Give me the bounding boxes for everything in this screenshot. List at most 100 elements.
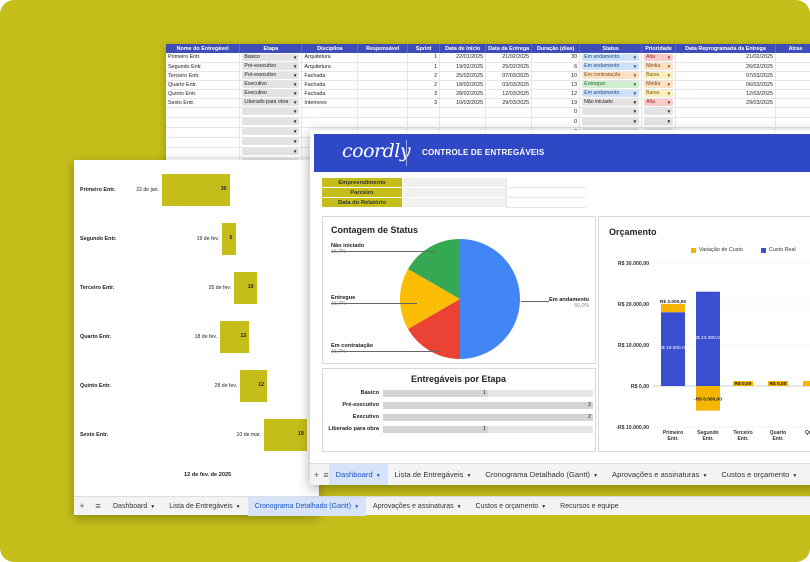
tab-menu-arrow-icon[interactable]: ▼ — [354, 504, 359, 510]
start-date-cell[interactable]: 28/02/2025 — [439, 89, 487, 99]
sheet-tab[interactable]: Dashboard ▼ — [106, 497, 162, 516]
gantt-bar[interactable]: 12 — [240, 370, 267, 402]
duration-cell[interactable]: 12 — [531, 89, 581, 99]
priority-cell[interactable]: Média ▼ — [641, 80, 677, 90]
priority-cell[interactable]: Baixa ▼ — [641, 89, 677, 99]
tab-menu-arrow-icon[interactable]: ▼ — [457, 504, 462, 510]
priority-dropdown[interactable]: Média ▼ — [644, 81, 674, 88]
sheet-tab[interactable]: Lista de Entregáveis ▼ — [388, 464, 479, 486]
etapa-dropdown[interactable]: Pré-executivo ▼ — [242, 63, 300, 70]
empty-cell[interactable]: ▼ — [239, 147, 303, 158]
duration-cell[interactable]: 30 — [531, 53, 581, 63]
priority-dropdown[interactable]: Alta ▼ — [644, 53, 674, 61]
empty-cell[interactable] — [485, 107, 533, 118]
delay-cell[interactable] — [775, 62, 810, 72]
status-cell[interactable]: Em andamento ▼ — [579, 89, 643, 99]
delivery-date-cell[interactable]: 29/03/2025 — [485, 98, 533, 108]
status-dropdown[interactable]: Em andamento ▼ — [582, 63, 640, 70]
discipline-cell[interactable]: Interiores — [301, 98, 359, 108]
status-dropdown[interactable]: Em contratação ▼ — [582, 72, 640, 79]
duration-cell[interactable]: 19 — [531, 98, 581, 108]
empty-cell[interactable] — [439, 117, 487, 128]
column-header[interactable]: Prioridade — [641, 44, 677, 53]
info-value-cell[interactable] — [402, 198, 506, 208]
duration-cell[interactable]: 10 — [531, 71, 581, 81]
start-date-cell[interactable]: 18/02/2025 — [439, 80, 487, 90]
start-date-cell[interactable]: 25/02/2025 — [439, 71, 487, 81]
tab-menu-arrow-icon[interactable]: ▼ — [466, 473, 471, 479]
column-header[interactable]: Data da Entrega — [485, 44, 533, 53]
empty-cell[interactable] — [485, 117, 533, 128]
delivery-date-cell[interactable]: 07/03/2025 — [485, 71, 533, 81]
empty-cell[interactable] — [439, 107, 487, 118]
tab-menu-arrow-icon[interactable]: ▼ — [792, 473, 797, 479]
status-cell[interactable]: Não iniciado ▼ — [579, 98, 643, 108]
priority-dropdown[interactable]: Alta ▼ — [644, 99, 674, 106]
empty-cell[interactable] — [357, 107, 409, 118]
empty-dropdown[interactable]: ▼ — [242, 107, 300, 115]
column-header[interactable]: Status — [579, 44, 643, 53]
deliverable-name-cell[interactable]: Sexto Entr. — [166, 98, 241, 108]
status-cell[interactable]: Em andamento ▼ — [579, 62, 643, 72]
start-date-cell[interactable]: 22/01/2025 — [439, 53, 487, 63]
empty-dropdown[interactable]: ▼ — [644, 107, 674, 115]
empty-cell[interactable] — [301, 107, 359, 118]
empty-cell[interactable]: ▼ — [641, 107, 677, 118]
delivery-date-cell[interactable]: 25/02/2025 — [485, 62, 533, 72]
status-cell[interactable]: Entregue ▼ — [579, 80, 643, 90]
column-header[interactable]: Data de Início — [439, 44, 487, 53]
start-date-cell[interactable]: 10/03/2025 — [439, 98, 487, 108]
column-header[interactable]: Atras — [775, 44, 810, 53]
etapa-dropdown[interactable]: Executivo ▼ — [242, 90, 300, 97]
empty-cell[interactable]: ▼ — [579, 107, 643, 118]
etapa-bar[interactable] — [383, 426, 488, 433]
etapa-dropdown[interactable]: Executivo ▼ — [242, 81, 300, 88]
empty-dropdown[interactable]: ▼ — [242, 127, 300, 135]
priority-cell[interactable]: Média ▼ — [641, 62, 677, 72]
status-chart-panel[interactable]: Contagem de Status Em andamento 50,0% Em c… — [322, 216, 596, 364]
empty-cell[interactable] — [166, 147, 241, 158]
sheet-tab[interactable]: Aprovações e assinaturas ▼ — [605, 464, 714, 486]
column-header[interactable]: Duração (dias) — [531, 44, 581, 53]
responsible-cell[interactable] — [357, 80, 409, 90]
reprogrammed-date-cell[interactable]: 29/03/2025 — [675, 98, 776, 108]
empty-cell[interactable] — [407, 107, 441, 118]
empty-cell[interactable] — [775, 107, 810, 118]
empty-cell[interactable] — [166, 107, 241, 118]
info-value-cell[interactable] — [402, 188, 506, 198]
empty-cell[interactable]: ▼ — [239, 107, 303, 118]
priority-cell[interactable]: Alta ▼ — [641, 53, 677, 63]
duration-cell[interactable]: 13 — [531, 80, 581, 90]
deliverable-name-cell[interactable]: Quarto Entr. — [166, 80, 241, 90]
sprint-cell[interactable]: 2 — [407, 80, 441, 90]
info-extra-cell[interactable] — [506, 198, 586, 208]
empty-cell[interactable]: ▼ — [239, 137, 303, 148]
discipline-cell[interactable]: Arquitetura — [301, 62, 359, 72]
tab-menu-arrow-icon[interactable]: ▼ — [541, 504, 546, 510]
sheet-tab[interactable]: Lista de Entregáveis ▼ — [162, 497, 247, 516]
empty-cell[interactable] — [675, 107, 776, 118]
empty-cell[interactable] — [166, 127, 241, 138]
reprogrammed-date-cell[interactable]: 07/03/2025 — [675, 71, 776, 81]
info-value-cell[interactable] — [402, 178, 506, 188]
empty-dropdown[interactable]: ▼ — [644, 117, 674, 125]
tab-menu-arrow-icon[interactable]: ▼ — [376, 473, 381, 479]
reprogrammed-date-cell[interactable]: 26/02/2025 — [675, 62, 776, 72]
sheet-tab[interactable]: Aprovações e assinaturas ▼ — [366, 497, 469, 516]
gantt-bar[interactable]: 6 — [222, 223, 236, 255]
empty-dropdown[interactable]: ▼ — [242, 117, 300, 125]
column-header[interactable]: Data Reprogramada da Entrega — [675, 44, 776, 53]
empty-cell[interactable]: ▼ — [579, 117, 643, 128]
delay-cell[interactable] — [775, 71, 810, 81]
start-date-cell[interactable]: 19/02/2025 — [439, 62, 487, 72]
sheet-tab[interactable]: Custos e orçamento ▼ — [714, 464, 804, 486]
etapa-cell[interactable]: Básico ▼ — [239, 53, 303, 63]
sheet-tab[interactable]: Recu — [804, 464, 810, 486]
etapa-cell[interactable]: Executivo ▼ — [239, 80, 303, 90]
discipline-cell[interactable]: Fachada — [301, 89, 359, 99]
sheet-tab[interactable]: Custos e orçamento ▼ — [469, 497, 554, 516]
etapa-dropdown[interactable]: Liberado para obra ▼ — [242, 99, 300, 106]
deliverable-name-cell[interactable]: Quinto Entr. — [166, 89, 241, 99]
priority-cell[interactable]: Alta ▼ — [641, 98, 677, 108]
deliverable-name-cell[interactable]: Primeiro Entr. — [166, 53, 241, 63]
